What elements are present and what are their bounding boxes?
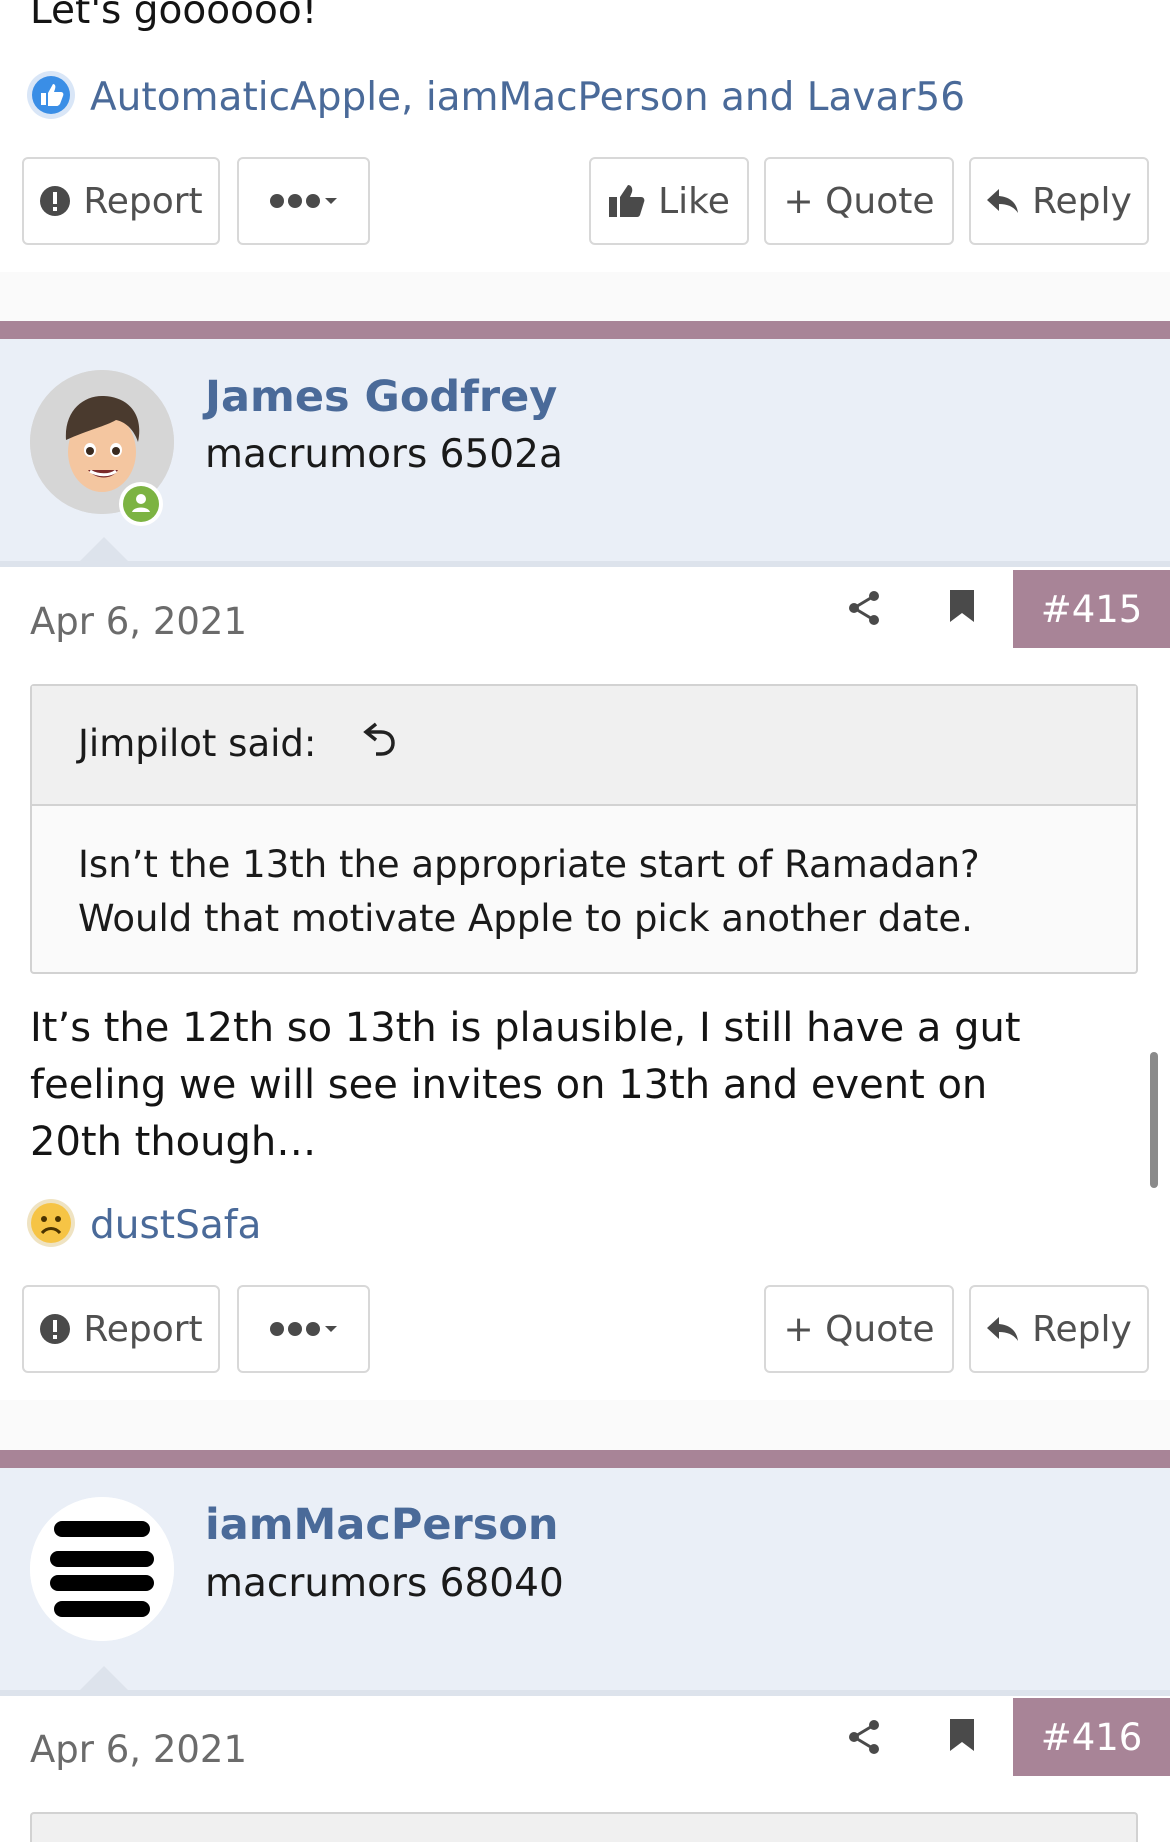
user-bar-caret bbox=[80, 1666, 128, 1690]
ellipsis-icon bbox=[269, 1319, 339, 1339]
quote-author: Jimpilot said: bbox=[78, 722, 317, 765]
like-icon bbox=[608, 183, 646, 219]
user-bar-caret bbox=[80, 537, 128, 561]
quote-button[interactable]: + Quote bbox=[764, 157, 954, 245]
thumbs-up-icon bbox=[26, 70, 76, 124]
more-options-button[interactable] bbox=[237, 157, 370, 245]
quote-header[interactable]: Jimpilot said: bbox=[32, 686, 1136, 806]
more-options-button[interactable] bbox=[237, 1285, 370, 1373]
report-label: Report bbox=[83, 1308, 203, 1350]
post-spacer bbox=[0, 1400, 1170, 1450]
reply-label: Reply bbox=[1032, 180, 1132, 222]
quote-label: + Quote bbox=[783, 180, 935, 222]
reply-arrow-icon bbox=[986, 187, 1020, 215]
quote-block: Jimpilot said: Isn’t the 13th the approp… bbox=[30, 684, 1138, 974]
ellipsis-icon bbox=[269, 191, 339, 211]
body-line: feeling we will see invites on 13th and … bbox=[30, 1062, 988, 1108]
post-actions-top: Report Like + Quote Reply bbox=[0, 157, 1170, 245]
reactions-bar[interactable]: AutomaticApple, iamMacPerson and Lavar56 bbox=[26, 70, 965, 124]
body-line: It’s the 12th so 13th is plausible, I st… bbox=[30, 1005, 1021, 1051]
reply-arrow-icon bbox=[986, 1315, 1020, 1343]
post-date[interactable]: Apr 6, 2021 bbox=[30, 1728, 247, 1771]
user-title: macrumors 68040 bbox=[205, 1561, 564, 1606]
quote-block bbox=[30, 1812, 1138, 1842]
post-number-link[interactable]: #416 bbox=[1013, 1698, 1170, 1776]
post-top-strip bbox=[0, 1450, 1170, 1468]
avatar[interactable] bbox=[30, 1497, 174, 1641]
bookmark-icon[interactable] bbox=[949, 1718, 975, 1756]
post-body-text: Let's goooooo! bbox=[30, 0, 318, 33]
report-button[interactable]: Report bbox=[22, 157, 220, 245]
quote-line: Isn’t the 13th the appropriate start of … bbox=[78, 843, 980, 886]
user-title: macrumors 6502a bbox=[205, 432, 563, 477]
share-icon[interactable] bbox=[846, 588, 882, 632]
reply-button[interactable]: Reply bbox=[969, 157, 1149, 245]
sad-face-icon bbox=[26, 1198, 76, 1252]
like-label: Like bbox=[658, 180, 730, 222]
post-number-link[interactable]: #415 bbox=[1013, 570, 1170, 648]
post-spacer bbox=[0, 272, 1170, 322]
post-actions: Report + Quote Reply bbox=[0, 1285, 1170, 1373]
share-icon[interactable] bbox=[846, 1717, 882, 1761]
user-bar-divider bbox=[0, 561, 1170, 567]
quote-content: Isn’t the 13th the appropriate start of … bbox=[78, 838, 980, 946]
bookmark-icon[interactable] bbox=[949, 589, 975, 627]
scrollbar-thumb[interactable] bbox=[1150, 1052, 1158, 1188]
quote-line: Would that motivate Apple to pick anothe… bbox=[78, 897, 973, 940]
report-button[interactable]: Report bbox=[22, 1285, 220, 1373]
quote-label: + Quote bbox=[783, 1308, 935, 1350]
post-top-strip bbox=[0, 321, 1170, 339]
report-label: Report bbox=[83, 180, 203, 222]
post-body: It’s the 12th so 13th is plausible, I st… bbox=[30, 1000, 1021, 1171]
post-date[interactable]: Apr 6, 2021 bbox=[30, 600, 247, 643]
reply-label: Reply bbox=[1032, 1308, 1132, 1350]
body-line: 20th though… bbox=[30, 1119, 317, 1165]
exclamation-circle-icon bbox=[39, 185, 71, 217]
exclamation-circle-icon bbox=[39, 1313, 71, 1345]
user-bar bbox=[0, 1468, 1170, 1690]
reaction-users-link[interactable]: dustSafa bbox=[90, 1203, 261, 1248]
quote-button[interactable]: + Quote bbox=[764, 1285, 954, 1373]
online-status-icon bbox=[119, 482, 163, 526]
reply-button[interactable]: Reply bbox=[969, 1285, 1149, 1373]
username-link[interactable]: James Godfrey bbox=[205, 372, 557, 422]
like-button[interactable]: Like bbox=[589, 157, 749, 245]
reactions-bar[interactable]: dustSafa bbox=[26, 1198, 261, 1252]
reaction-users-link[interactable]: AutomaticApple, iamMacPerson and Lavar56 bbox=[90, 75, 965, 120]
username-link[interactable]: iamMacPerson bbox=[205, 1500, 559, 1550]
quote-jump-icon[interactable] bbox=[362, 720, 396, 764]
user-bar-divider bbox=[0, 1690, 1170, 1696]
user-bar bbox=[0, 339, 1170, 561]
